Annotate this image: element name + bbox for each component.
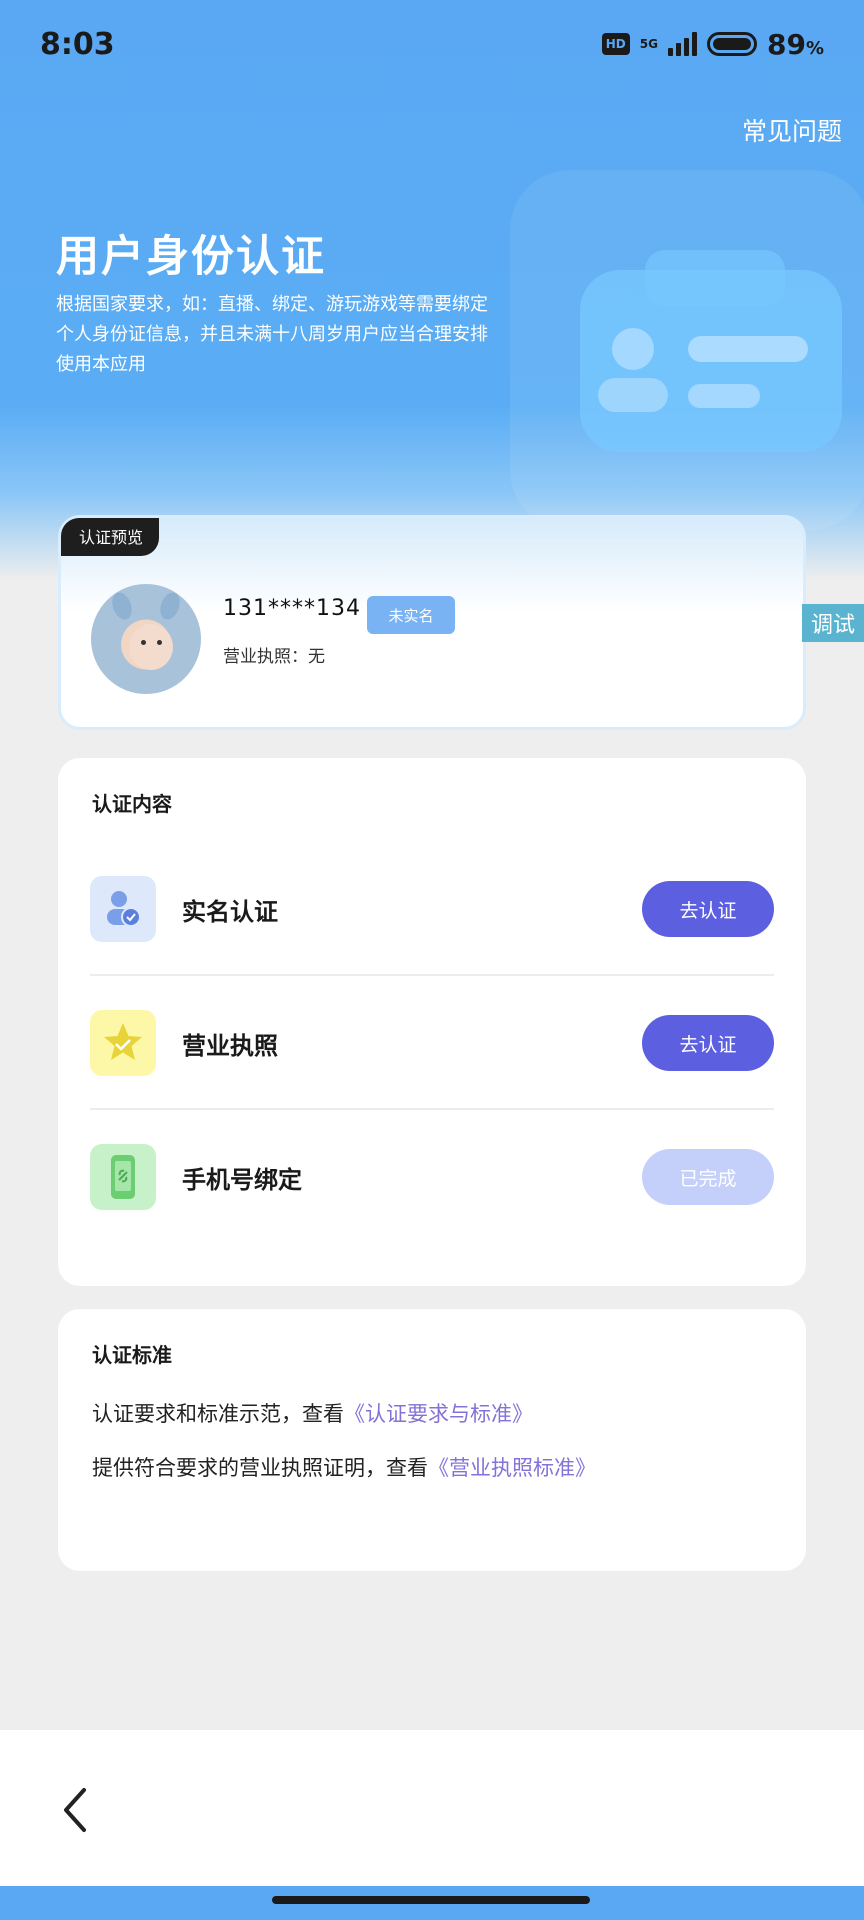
id-card-avatar-body (598, 378, 668, 412)
page-description: 根据国家要求，如：直播、绑定、游玩游戏等需要绑定个人身份证信息，并且未满十八周岁… (56, 294, 488, 375)
signal-icon (667, 32, 697, 56)
list-item-phone-binding: 手机号绑定 已完成 (90, 1110, 774, 1244)
header-banner: 8:03 HD 5G 89% 常见问题 用户身份认证 根据国家要求，如：直播、绑… (0, 0, 864, 580)
navigation-bar (0, 1886, 864, 1920)
id-card-avatar-head (612, 328, 654, 370)
bottom-bar (0, 1730, 864, 1886)
status-bar: 8:03 HD 5G 89% (0, 0, 864, 88)
section-title: 认证内容 (92, 792, 172, 816)
hd-icon: HD (601, 33, 630, 55)
page-title: 用户身份认证 (56, 232, 326, 282)
battery-percent: 89% (766, 27, 824, 61)
phone-number: 131****134 (223, 596, 361, 621)
section-title: 认证标准 (92, 1343, 172, 1367)
battery-icon (706, 32, 757, 56)
star-icon (90, 1010, 156, 1076)
verification-standard-card: 认证标准 认证要求和标准示范，查看《认证要求与标准》 提供符合要求的营业执照证明… (58, 1309, 806, 1571)
item-label: 手机号绑定 (182, 1166, 302, 1194)
network-type: 5G (639, 37, 658, 51)
verification-preview-card: 认证预览 131****134 未实名 营业执照：无 (58, 515, 806, 730)
verification-content-card: 认证内容 实名认证 去认证 营业执照 去认证 手机号绑定 已完成 (58, 758, 806, 1286)
verify-real-name-button[interactable]: 去认证 (642, 881, 774, 937)
preview-tag: 认证预览 (61, 518, 160, 556)
list-item-business-license: 营业执照 去认证 (90, 976, 774, 1110)
license-standard-link[interactable]: 《营业执照标准》 (428, 1456, 596, 1480)
id-card-line (688, 384, 760, 408)
id-card-line (688, 336, 808, 362)
item-label: 营业执照 (182, 1032, 278, 1060)
item-label: 实名认证 (182, 898, 278, 926)
list-item-real-name: 实名认证 去认证 (90, 842, 774, 976)
user-check-icon (90, 876, 156, 942)
status-icons: HD 5G 89% (601, 27, 824, 61)
back-button[interactable] (54, 1782, 98, 1838)
requirements-link[interactable]: 《认证要求与标准》 (344, 1402, 533, 1426)
phone-binding-done-button[interactable]: 已完成 (642, 1149, 774, 1205)
phone-link-icon (90, 1144, 156, 1210)
chevron-left-icon (64, 1788, 86, 1832)
status-time: 8:03 (40, 26, 115, 62)
verify-license-button[interactable]: 去认证 (642, 1015, 774, 1071)
home-indicator[interactable] (272, 1896, 590, 1904)
debug-button[interactable]: 调试 (802, 604, 864, 642)
faq-link[interactable]: 常见问题 (742, 112, 842, 148)
standard-line: 认证要求和标准示范，查看《认证要求与标准》 (92, 1402, 533, 1426)
license-status: 营业执照：无 (223, 647, 325, 667)
standard-line: 提供符合要求的营业执照证明，查看《营业执照标准》 (92, 1456, 596, 1480)
status-badge: 未实名 (367, 596, 455, 634)
avatar (91, 584, 201, 694)
